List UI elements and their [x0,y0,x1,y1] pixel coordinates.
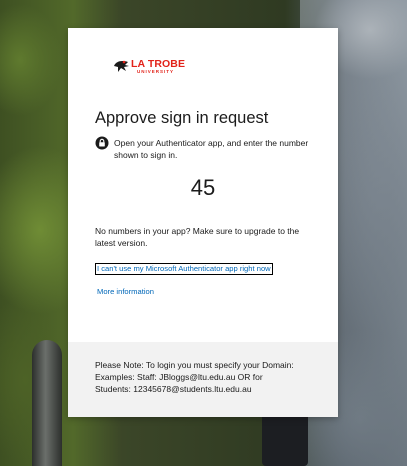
footer-line-1: Please Note: To login you must specify y… [95,360,294,370]
sign-in-card: LA TROBE UNIVERSITY Approve sign in requ… [68,28,338,417]
authenticator-lock-icon [95,136,109,150]
background-bollard [32,340,62,466]
sign-in-card-body: LA TROBE UNIVERSITY Approve sign in requ… [68,28,338,342]
logo-subtitle: UNIVERSITY [137,69,175,74]
more-information-link[interactable]: More information [97,287,154,296]
footer-line-2: Examples: Staff: JBloggs@ltu.edu.au OR f… [95,372,263,382]
domain-note-footer: Please Note: To login you must specify y… [68,342,338,417]
instruction-text: Open your Authenticator app, and enter t… [114,138,309,160]
cant-use-authenticator-link[interactable]: I can't use my Microsoft Authenticator a… [95,263,273,275]
la-trobe-logo: LA TROBE UNIVERSITY [112,57,192,77]
page-title: Approve sign in request [95,109,269,127]
approval-number: 45 [190,175,216,200]
la-trobe-crest-icon [114,60,129,72]
upgrade-note: No numbers in your app? Make sure to upg… [95,226,300,248]
footer-line-3: Students: 12345678@students.ltu.edu.au [95,384,252,394]
